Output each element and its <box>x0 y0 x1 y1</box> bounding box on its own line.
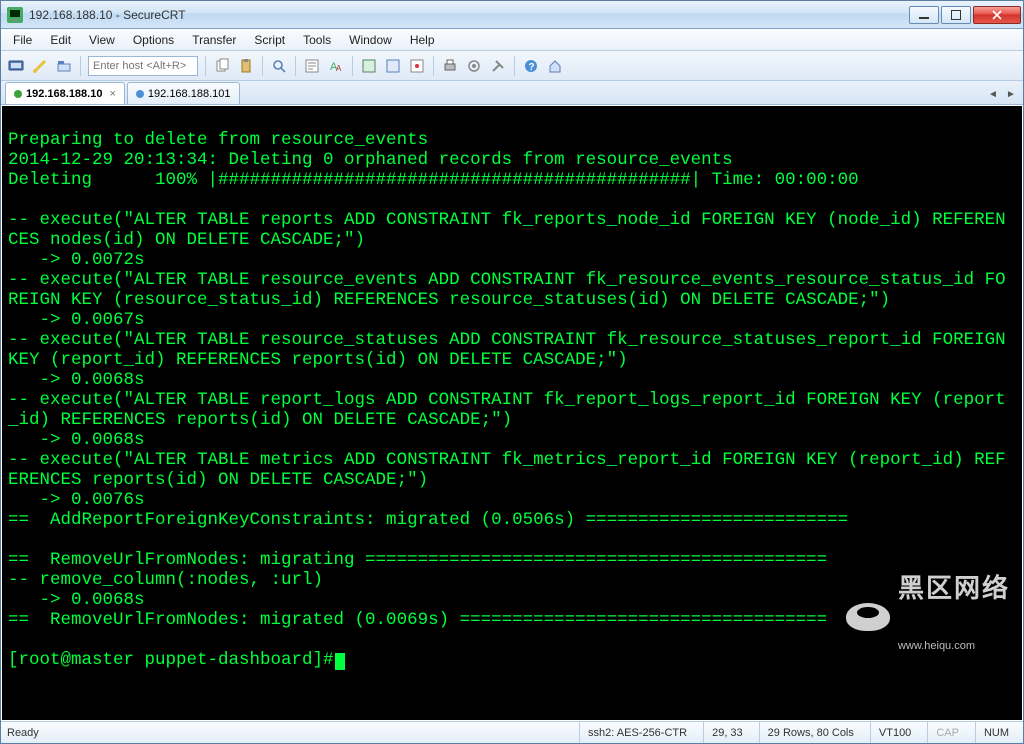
status-term: VT100 <box>870 722 919 743</box>
tab-prev-icon[interactable]: ◄ <box>985 86 1001 102</box>
menu-tools[interactable]: Tools <box>295 31 339 49</box>
maximize-button[interactable] <box>941 6 971 24</box>
help-icon[interactable]: ? <box>520 55 542 77</box>
cursor <box>335 653 345 670</box>
svg-text:?: ? <box>529 62 535 73</box>
info-icon <box>136 90 144 98</box>
status-num: NUM <box>975 722 1017 743</box>
script1-icon[interactable] <box>358 55 380 77</box>
copy-icon[interactable] <box>211 55 233 77</box>
terminal-output: Preparing to delete from resource_events… <box>8 130 1016 630</box>
titlebar: 192.168.188.10 - SecureCRT <box>1 1 1023 29</box>
tab-next-icon[interactable]: ► <box>1003 86 1019 102</box>
menubar: File Edit View Options Transfer Script T… <box>1 29 1023 51</box>
status-ready: Ready <box>7 727 39 739</box>
tools-icon[interactable] <box>487 55 509 77</box>
tab-close-icon[interactable]: × <box>109 88 115 100</box>
home-icon[interactable] <box>544 55 566 77</box>
status-size: 29 Rows, 80 Cols <box>759 722 862 743</box>
find-icon[interactable] <box>268 55 290 77</box>
properties-icon[interactable] <box>301 55 323 77</box>
check-icon <box>14 90 22 98</box>
svg-text:A: A <box>336 64 342 73</box>
watermark-url: www.heiqu.com <box>898 636 1010 656</box>
statusbar: Ready ssh2: AES-256-CTR 29, 33 29 Rows, … <box>1 721 1023 743</box>
print-icon[interactable] <box>439 55 461 77</box>
menu-window[interactable]: Window <box>341 31 400 49</box>
watermark-text: 黑区网络 <box>898 578 1010 598</box>
connect-icon[interactable] <box>5 55 27 77</box>
menu-view[interactable]: View <box>81 31 123 49</box>
app-icon <box>7 7 23 23</box>
host-input[interactable] <box>88 56 198 76</box>
status-connection: ssh2: AES-256-CTR <box>579 722 695 743</box>
quick-connect-icon[interactable] <box>29 55 51 77</box>
menu-options[interactable]: Options <box>125 31 182 49</box>
terminal-frame: Preparing to delete from resource_events… <box>1 105 1023 721</box>
menu-help[interactable]: Help <box>402 31 443 49</box>
tab-label: 192.168.188.10 <box>26 88 102 100</box>
connect-tab-icon[interactable] <box>53 55 75 77</box>
window-title: 192.168.188.10 - SecureCRT <box>29 8 909 22</box>
watermark-icon <box>846 603 890 631</box>
status-cursor: 29, 33 <box>703 722 751 743</box>
menu-script[interactable]: Script <box>246 31 293 49</box>
menu-file[interactable]: File <box>5 31 40 49</box>
close-button[interactable] <box>973 6 1021 24</box>
toolbar: AA ? <box>1 51 1023 81</box>
paste-icon[interactable] <box>235 55 257 77</box>
tab-active[interactable]: 192.168.188.10 × <box>5 82 125 104</box>
font-icon[interactable]: AA <box>325 55 347 77</box>
terminal-prompt: [root@master puppet-dashboard]# <box>8 650 334 670</box>
script3-icon[interactable] <box>406 55 428 77</box>
watermark: 黑区网络 www.heiqu.com <box>846 538 1010 696</box>
tabbar: 192.168.188.10 × 192.168.188.101 ◄ ► <box>1 81 1023 105</box>
settings-icon[interactable] <box>463 55 485 77</box>
status-caps: CAP <box>927 722 967 743</box>
minimize-button[interactable] <box>909 6 939 24</box>
menu-edit[interactable]: Edit <box>42 31 79 49</box>
terminal[interactable]: Preparing to delete from resource_events… <box>2 106 1022 720</box>
script2-icon[interactable] <box>382 55 404 77</box>
menu-transfer[interactable]: Transfer <box>184 31 244 49</box>
tab-inactive[interactable]: 192.168.188.101 <box>127 82 240 104</box>
tab-label: 192.168.188.101 <box>148 88 231 100</box>
